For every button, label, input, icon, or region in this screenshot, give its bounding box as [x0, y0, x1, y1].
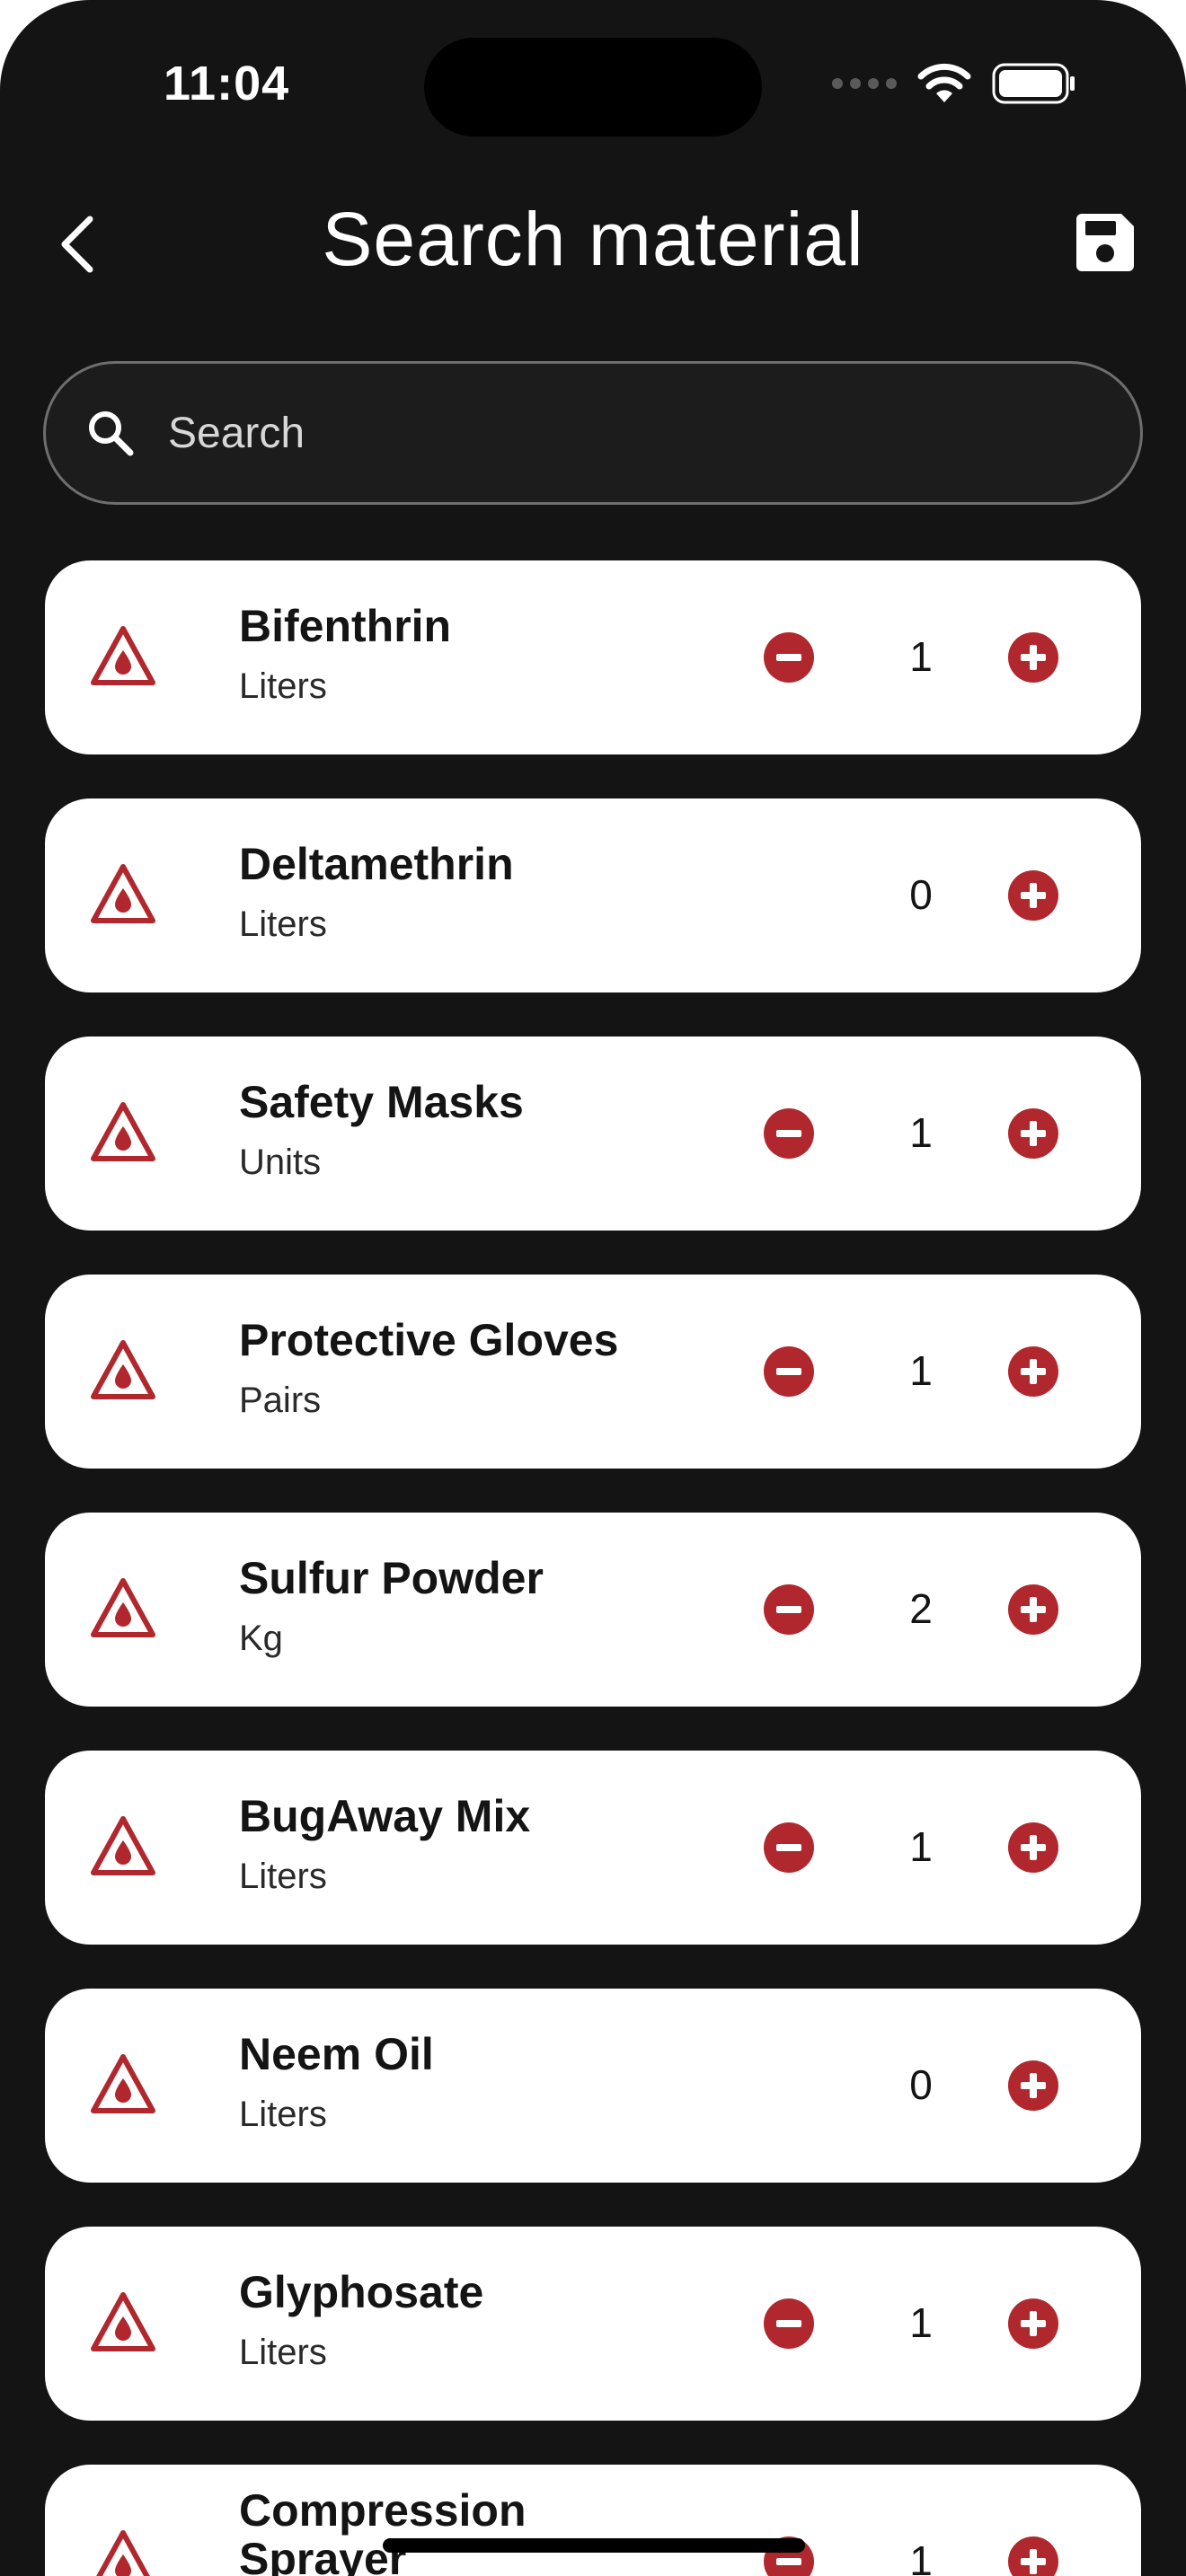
hazard-droplet-icon — [91, 1102, 155, 1161]
hazard-droplet-icon — [91, 1340, 155, 1399]
material-name: Neem Oil — [239, 2029, 434, 2079]
plus-circle-icon[interactable] — [1008, 1584, 1058, 1635]
cellular-signal-icon — [832, 78, 897, 89]
material-card[interactable]: Protective Gloves Pairs 1 — [45, 1275, 1141, 1469]
material-card[interactable]: Bifenthrin Liters 1 — [45, 560, 1141, 754]
search-bar[interactable] — [43, 361, 1143, 505]
material-card[interactable]: Compression Sprayer 1 — [45, 2465, 1141, 2576]
material-card[interactable]: Safety Masks Units 1 — [45, 1037, 1141, 1231]
material-name: Bifenthrin — [239, 601, 452, 651]
material-name: BugAway Mix — [239, 1791, 531, 1841]
hazard-droplet-icon — [91, 2292, 155, 2351]
material-unit: Kg — [239, 1619, 283, 1658]
minus-circle-icon[interactable] — [764, 2298, 814, 2349]
hazard-droplet-icon — [91, 864, 155, 923]
minus-circle-icon[interactable] — [764, 632, 814, 683]
minus-circle-icon[interactable] — [764, 1584, 814, 1635]
material-card[interactable]: Glyphosate Liters 1 — [45, 2227, 1141, 2421]
material-name: Safety Masks — [239, 1077, 524, 1127]
quantity-value: 1 — [909, 1109, 933, 1156]
material-card[interactable]: Neem Oil Liters 0 — [45, 1989, 1141, 2183]
hazard-droplet-icon — [96, 2530, 150, 2576]
app-screen: 11:04 Search material Search Bifenthrin … — [0, 0, 1186, 2576]
search-input[interactable] — [168, 408, 1067, 458]
battery-icon — [992, 63, 1075, 104]
plus-circle-icon[interactable] — [1008, 2536, 1058, 2576]
material-card[interactable]: BugAway Mix Liters 1 — [45, 1751, 1141, 1945]
save-icon — [1076, 214, 1134, 271]
material-name: Compression Sprayer — [239, 2485, 527, 2576]
quantity-value: 0 — [909, 2061, 933, 2108]
material-card[interactable]: Deltamethrin Liters 0 — [45, 798, 1141, 992]
quantity-value: 2 — [909, 1585, 933, 1632]
plus-circle-icon[interactable] — [1008, 2060, 1058, 2111]
hazard-droplet-icon — [91, 1578, 155, 1637]
wifi-icon — [917, 63, 971, 102]
material-name: Protective Gloves — [239, 1315, 619, 1365]
material-name: Deltamethrin — [239, 839, 514, 889]
quantity-value: 1 — [909, 2299, 933, 2346]
plus-circle-icon[interactable] — [1008, 2298, 1058, 2349]
quantity-value: 0 — [909, 871, 933, 918]
plus-circle-icon[interactable] — [1008, 1108, 1058, 1159]
material-unit: Liters — [239, 666, 327, 706]
material-unit: Pairs — [239, 1381, 322, 1420]
status-time: 11:04 — [164, 57, 290, 110]
material-unit: Liters — [239, 904, 327, 944]
material-unit: Units — [239, 1142, 322, 1182]
status-icons — [832, 63, 1076, 104]
material-unit: Liters — [239, 1857, 327, 1896]
hazard-droplet-icon — [91, 1816, 155, 1875]
home-indicator — [383, 2538, 805, 2553]
plus-circle-icon[interactable] — [1008, 870, 1058, 921]
minus-circle-icon[interactable] — [764, 1346, 814, 1397]
hazard-droplet-icon — [91, 2054, 155, 2113]
plus-circle-icon[interactable] — [1008, 632, 1058, 683]
dynamic-island — [424, 38, 762, 137]
hazard-droplet-icon — [91, 626, 155, 685]
material-unit: Liters — [239, 2095, 327, 2134]
page-title: Search material — [322, 197, 864, 281]
material-card[interactable]: Sulfur Powder Kg 2 — [45, 1513, 1141, 1707]
material-name: Sulfur Powder — [239, 1553, 544, 1603]
quantity-value: 1 — [909, 1347, 933, 1394]
quantity-value: 1 — [909, 1823, 933, 1870]
minus-circle-icon[interactable] — [764, 1108, 814, 1159]
plus-circle-icon[interactable] — [1008, 1346, 1058, 1397]
minus-circle-icon[interactable] — [764, 1822, 814, 1873]
search-icon — [84, 406, 137, 460]
quantity-value: 1 — [909, 633, 933, 680]
plus-circle-icon[interactable] — [1008, 1822, 1058, 1873]
quantity-value: 1 — [909, 2537, 933, 2576]
material-unit: Liters — [239, 2333, 327, 2372]
save-button[interactable] — [1073, 210, 1137, 275]
material-name: Glyphosate — [239, 2267, 484, 2317]
